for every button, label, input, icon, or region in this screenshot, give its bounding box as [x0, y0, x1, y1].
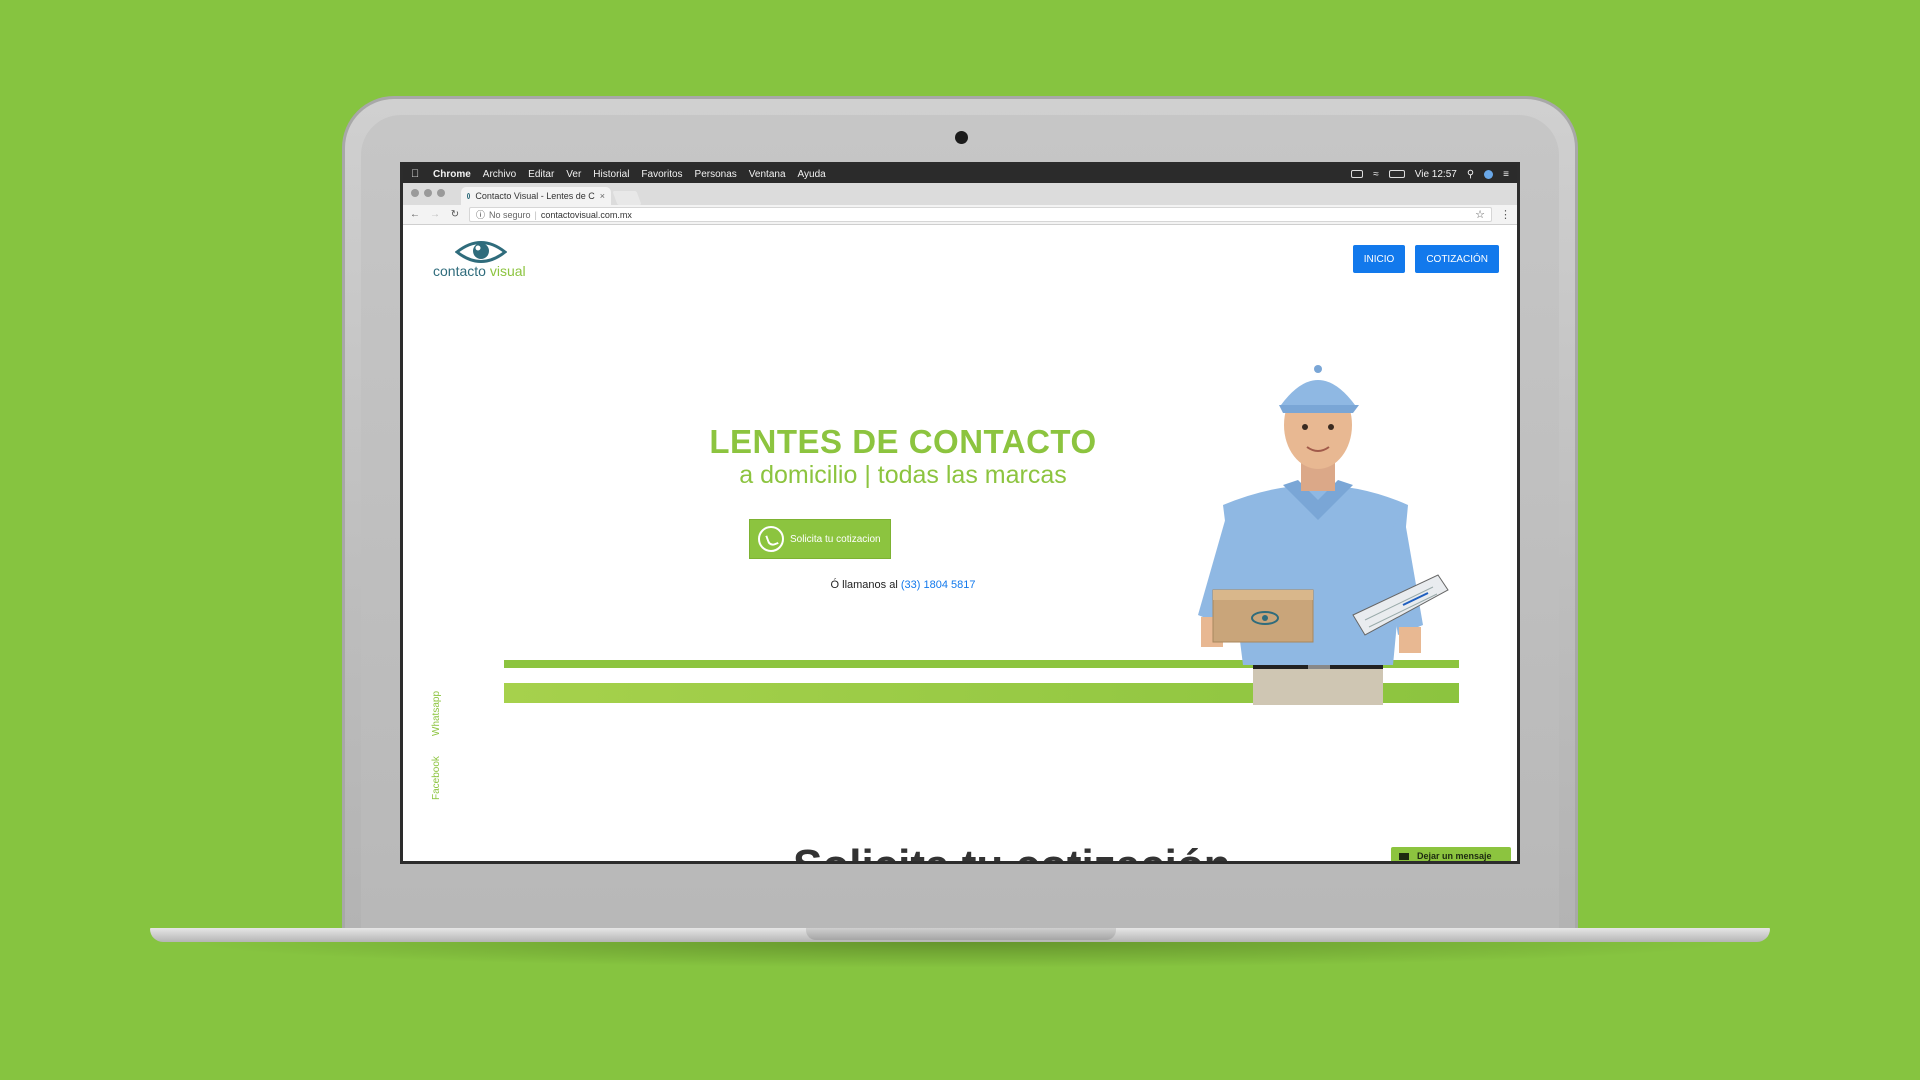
menu-ayuda[interactable]: Ayuda — [798, 169, 826, 180]
section-heading-partial: Solicita tu cotización — [793, 841, 1231, 861]
back-arrow-icon[interactable]: ← — [409, 209, 421, 220]
nav-inicio-button[interactable]: INICIO — [1352, 245, 1406, 273]
menu-ventana[interactable]: Ventana — [749, 169, 786, 180]
apple-icon[interactable]:  — [411, 168, 421, 180]
new-tab-button[interactable] — [612, 191, 642, 205]
minimize-window-icon[interactable] — [424, 189, 432, 197]
notification-center-icon[interactable]: ≡ — [1503, 169, 1509, 180]
website-page: contacto visual INICIO COTIZACIÓN LENTES… — [403, 225, 1517, 861]
menu-ver[interactable]: Ver — [566, 169, 581, 180]
url-text: contactovisual.com.mx — [540, 209, 632, 220]
chrome-menu-icon[interactable]: ⋮ — [1500, 208, 1511, 221]
logo-wordmark: contacto visual — [433, 263, 526, 279]
call-prefix: Ó llamanos al — [830, 579, 898, 591]
message-widget-label: Dejar un mensaje — [1417, 851, 1492, 861]
tab-title: Contacto Visual - Lentes de C — [475, 191, 595, 201]
laptop-shadow — [180, 942, 1740, 968]
menu-archivo[interactable]: Archivo — [483, 169, 516, 180]
browser-tabbar: Contacto Visual - Lentes de C × — [403, 183, 1517, 205]
battery-icon[interactable] — [1388, 170, 1405, 178]
delivery-man-image — [1198, 365, 1449, 705]
laptop-screen:  Chrome Archivo Editar Ver Historial Fa… — [400, 162, 1520, 864]
cta-label: Solicita tu cotizacion — [790, 533, 881, 545]
browser-tab[interactable]: Contacto Visual - Lentes de C × — [461, 187, 611, 205]
address-bar[interactable]: ⓘ No seguro | contactovisual.com.mx ☆ — [469, 207, 1492, 222]
forward-arrow-icon[interactable]: → — [429, 209, 441, 220]
facebook-side-link[interactable]: Facebook — [431, 756, 442, 800]
bookmark-star-icon[interactable]: ☆ — [1475, 208, 1485, 221]
close-window-icon[interactable] — [411, 189, 419, 197]
site-nav: INICIO COTIZACIÓN — [1352, 245, 1499, 273]
security-label: No seguro — [489, 209, 531, 220]
envelope-icon — [1399, 852, 1409, 860]
nav-cotizacion-button[interactable]: COTIZACIÓN — [1415, 245, 1499, 273]
eye-logo-icon — [455, 241, 507, 263]
whatsapp-icon — [758, 526, 784, 552]
reload-icon[interactable]: ↻ — [449, 209, 461, 220]
maximize-window-icon[interactable] — [437, 189, 445, 197]
leave-message-widget[interactable]: Dejar un mensaje — [1391, 847, 1511, 861]
laptop-notch — [806, 928, 1116, 940]
menu-favoritos[interactable]: Favoritos — [641, 169, 682, 180]
spotlight-search-icon[interactable]: ⚲ — [1467, 169, 1474, 180]
site-logo[interactable]: contacto visual — [433, 239, 533, 283]
browser-toolbar: ← → ↻ ⓘ No seguro | contactovisual.com.m… — [403, 205, 1517, 225]
wifi-icon[interactable]: ≈ — [1373, 169, 1379, 180]
menu-historial[interactable]: Historial — [593, 169, 629, 180]
airplay-icon[interactable] — [1351, 170, 1364, 178]
menu-personas[interactable]: Personas — [695, 169, 737, 180]
menu-app-name[interactable]: Chrome — [433, 169, 471, 180]
menu-editar[interactable]: Editar — [528, 169, 554, 180]
info-icon[interactable]: ⓘ — [476, 208, 485, 221]
webcam — [955, 131, 968, 144]
phone-link[interactable]: (33) 1804 5817 — [901, 579, 976, 591]
eye-favicon-icon — [467, 193, 471, 199]
close-tab-icon[interactable]: × — [600, 191, 605, 201]
menubar-clock[interactable]: Vie 12:57 — [1415, 169, 1457, 180]
whatsapp-side-link[interactable]: Whatsapp — [431, 691, 442, 736]
mac-menubar:  Chrome Archivo Editar Ver Historial Fa… — [403, 165, 1517, 183]
siri-icon[interactable] — [1484, 169, 1494, 179]
window-controls — [411, 189, 445, 197]
whatsapp-quote-button[interactable]: Solicita tu cotizacion — [749, 519, 891, 559]
